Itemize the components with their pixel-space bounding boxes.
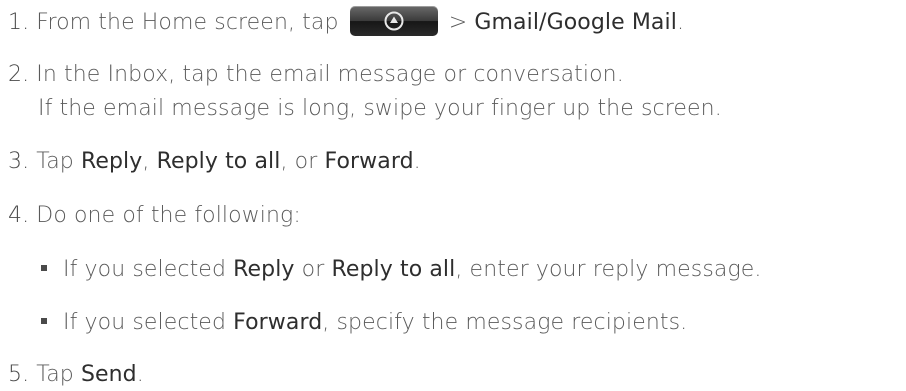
step-number: 2. xyxy=(8,62,30,87)
step-end: . xyxy=(136,362,144,387)
bullet-item-1: If you selected Reply or Reply to all, e… xyxy=(41,256,762,284)
step-number: 4. xyxy=(8,203,30,228)
step-text: Tap xyxy=(36,362,81,387)
separator-text: , or xyxy=(280,149,325,174)
home-button-image xyxy=(349,6,438,36)
reply-to-all-term: Reply to all xyxy=(331,257,456,282)
bullet-end: , enter your reply message. xyxy=(455,257,762,282)
step-number: 5. xyxy=(8,362,30,387)
bullet-end: , specify the message recipients. xyxy=(322,310,688,335)
step-2: 2. In the Inbox, tap the email message o… xyxy=(8,61,624,89)
step-4: 4. Do one of the following: xyxy=(8,202,301,230)
step-subtext: If the email message is long, swipe your… xyxy=(38,96,722,121)
reply-term: Reply xyxy=(233,257,295,282)
step-number: 3. xyxy=(8,149,30,174)
separator-text: , xyxy=(142,149,157,174)
send-term: Send xyxy=(80,362,137,387)
step-number: 1. xyxy=(8,10,30,35)
forward-term: Forward xyxy=(324,149,414,174)
home-up-arrow-icon xyxy=(384,11,404,31)
step-end: . xyxy=(676,10,685,35)
instruction-document: 1. From the Home screen, tap > Gmail/Goo… xyxy=(0,0,906,391)
step-text: Do one of the following: xyxy=(36,203,301,228)
bullet-text: If you selected xyxy=(63,310,234,335)
bullet-icon xyxy=(41,318,47,324)
reply-to-all-term: Reply to all xyxy=(156,149,281,174)
step-1: 1. From the Home screen, tap > Gmail/Goo… xyxy=(8,6,685,38)
separator-text: > xyxy=(448,10,475,35)
gmail-app-name: Gmail/Google Mail xyxy=(474,10,677,35)
step-5: 5. Tap Send. xyxy=(8,361,144,389)
bullet-item-2: If you selected Forward, specify the mes… xyxy=(41,309,687,337)
step-2-subtext: If the email message is long, swipe your… xyxy=(38,95,722,123)
separator-text: or xyxy=(294,257,332,282)
step-text: In the Inbox, tap the email message or c… xyxy=(36,62,624,87)
bullet-text: If you selected xyxy=(63,257,234,282)
bullet-icon xyxy=(41,265,47,271)
step-text: Tap xyxy=(36,149,81,174)
step-3: 3. Tap Reply, Reply to all, or Forward. xyxy=(8,148,421,176)
reply-term: Reply xyxy=(80,149,143,174)
forward-term: Forward xyxy=(233,310,323,335)
step-end: . xyxy=(413,149,421,174)
step-text: From the Home screen, tap xyxy=(36,10,339,35)
